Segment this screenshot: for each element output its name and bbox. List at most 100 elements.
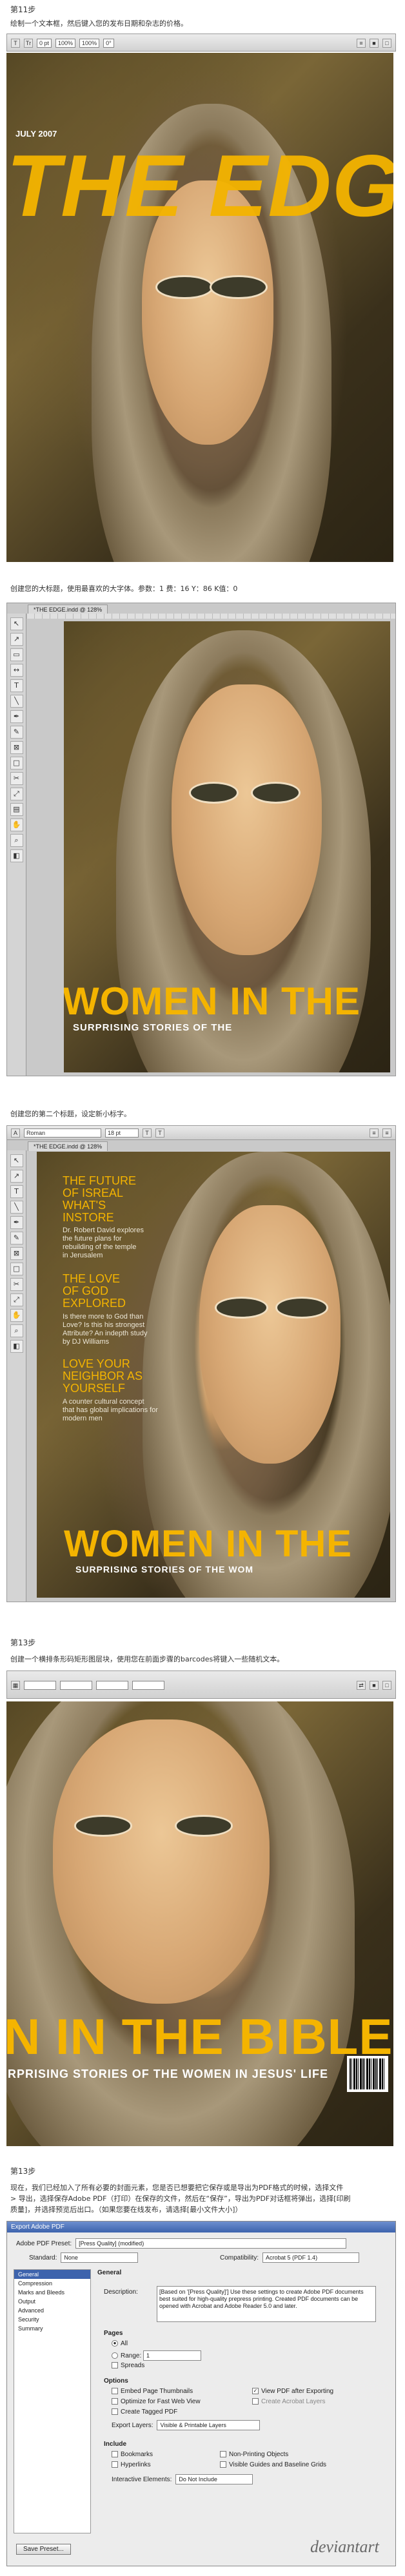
- type-mode-icon[interactable]: A: [11, 1128, 20, 1138]
- zoom-tool-icon[interactable]: ⌕: [10, 1324, 23, 1337]
- category-general[interactable]: General: [14, 2270, 90, 2279]
- pages-range-label: Range:: [121, 2352, 142, 2359]
- export-layers-select[interactable]: Visible & Printable Layers: [157, 2420, 261, 2430]
- non-printing-checkbox[interactable]: Non-Printing Objects: [220, 2451, 288, 2458]
- type-tool-icon[interactable]: T: [10, 679, 23, 692]
- fill-stroke-icon[interactable]: ◧: [10, 849, 23, 862]
- document-tab[interactable]: *THE EDGE.indd @ 128%: [28, 1141, 108, 1151]
- standard-label: Standard:: [29, 2254, 57, 2261]
- optimize-web-label: Optimize for Fast Web View: [121, 2398, 201, 2405]
- page-tool-icon[interactable]: ▭: [10, 648, 23, 661]
- body-1-line-2: the future plans for: [63, 1235, 122, 1243]
- category-advanced[interactable]: Advanced: [14, 2306, 90, 2315]
- main-headline: WOMEN IN THE: [64, 1523, 352, 1565]
- hand-tool-icon[interactable]: ✋: [10, 818, 23, 831]
- main-subheadline: SURPRISING STORIES OF THE WOM: [75, 1564, 254, 1574]
- document-tab[interactable]: *THE EDGE.indd @ 128%: [28, 605, 108, 614]
- rect-tool-icon[interactable]: □: [10, 757, 23, 770]
- visible-guides-checkbox[interactable]: Visible Guides and Baseline Grids: [220, 2461, 326, 2468]
- include-label: Include: [104, 2441, 127, 2448]
- x-field[interactable]: [24, 1681, 56, 1690]
- font-family-field[interactable]: Roman: [24, 1128, 101, 1138]
- line-tool-icon[interactable]: ╲: [10, 1201, 23, 1214]
- align-center-icon[interactable]: ≡: [382, 1128, 391, 1138]
- pen-tool-icon[interactable]: ✒: [10, 710, 23, 723]
- rotate-field[interactable]: [132, 1681, 164, 1690]
- rect-frame-tool-icon[interactable]: ⊠: [10, 741, 23, 754]
- stroke-field[interactable]: 0 pt: [37, 39, 52, 48]
- line-tool-icon[interactable]: ╲: [10, 695, 23, 708]
- tagged-pdf-checkbox[interactable]: Create Tagged PDF: [112, 2408, 177, 2416]
- headline-3-line-3: YOURSELF: [63, 1382, 126, 1395]
- spreads-checkbox[interactable]: Spreads: [112, 2362, 144, 2369]
- view-after-export-checkbox[interactable]: ✓ View PDF after Exporting: [252, 2388, 333, 2395]
- pages-label: Pages: [104, 2330, 123, 2337]
- tracking-icon[interactable]: Tr: [24, 39, 33, 48]
- interactive-elements-select[interactable]: Do Not Include: [175, 2474, 253, 2484]
- pages-all-radio[interactable]: ● All: [112, 2340, 128, 2347]
- pencil-tool-icon[interactable]: ✎: [10, 1232, 23, 1244]
- gradient-tool-icon[interactable]: ▤: [10, 803, 23, 816]
- rect-frame-tool-icon[interactable]: ⊠: [10, 1247, 23, 1260]
- swatch-icon[interactable]: ■: [370, 39, 379, 48]
- control-bar: A Roman 18 pt T T ≡ ≡: [7, 1126, 395, 1140]
- stroke-icon[interactable]: □: [382, 39, 391, 48]
- scissors-tool-icon[interactable]: ✂: [10, 772, 23, 785]
- pages-range-input[interactable]: 1: [143, 2350, 202, 2361]
- category-marks-bleeds[interactable]: Marks and Bleeds: [14, 2288, 90, 2297]
- ruler: [26, 614, 395, 619]
- fill-stroke-icon[interactable]: ◧: [10, 1340, 23, 1353]
- scale-h-field[interactable]: 100%: [55, 39, 76, 48]
- embed-thumbnails-checkbox[interactable]: Embed Page Thumbnails: [112, 2388, 193, 2395]
- description-text[interactable]: [Based on '[Press Quality]'] Use these s…: [157, 2286, 376, 2322]
- selection-tool-icon[interactable]: ↖: [10, 1154, 23, 1167]
- pages-range-radio[interactable]: Range: 1: [112, 2350, 202, 2361]
- standard-select[interactable]: None: [61, 2252, 139, 2263]
- rect-tool-icon[interactable]: □: [10, 1263, 23, 1275]
- gap-tool-icon[interactable]: ↔: [10, 664, 23, 677]
- preset-select[interactable]: [Press Quality] (modified): [75, 2238, 347, 2249]
- compat-select[interactable]: Acrobat 5 (PDF 1.4): [262, 2252, 360, 2263]
- stroke-icon[interactable]: □: [382, 1681, 391, 1690]
- bold-icon[interactable]: T: [143, 1128, 152, 1138]
- category-summary[interactable]: Summary: [14, 2324, 90, 2333]
- transform-tool-icon[interactable]: ⤢: [10, 788, 23, 800]
- tools-panel: ↖ ↗ T ╲ ✒ ✎ ⊠ □ ✂ ⤢ ✋ ⌕ ◧: [7, 1150, 26, 1602]
- direct-selection-tool-icon[interactable]: ↗: [10, 633, 23, 646]
- reference-point-icon[interactable]: ▦: [11, 1681, 20, 1690]
- export-pdf-dialog: Export Adobe PDF Adobe PDF Preset: [Pres…: [6, 2221, 396, 2566]
- hyperlinks-checkbox[interactable]: Hyperlinks: [112, 2461, 151, 2468]
- selection-tool-icon[interactable]: ↖: [10, 617, 23, 630]
- skew-field[interactable]: 0°: [103, 39, 114, 48]
- category-output[interactable]: Output: [14, 2297, 90, 2306]
- w-field[interactable]: [60, 1681, 92, 1690]
- scale-v-field[interactable]: 100%: [79, 39, 100, 48]
- italic-icon[interactable]: T: [155, 1128, 164, 1138]
- font-size-field[interactable]: 18 pt: [105, 1128, 139, 1138]
- body-2-line-1: Is there more to God than: [63, 1313, 144, 1321]
- type-icon[interactable]: T: [11, 39, 20, 48]
- transform-tool-icon[interactable]: ⤢: [10, 1293, 23, 1306]
- align-icon[interactable]: ≡: [357, 39, 366, 48]
- flip-icon[interactable]: ⇄: [357, 1681, 366, 1690]
- align-left-icon[interactable]: ≡: [370, 1128, 379, 1138]
- type-tool-icon[interactable]: T: [10, 1185, 23, 1198]
- pen-tool-icon[interactable]: ✒: [10, 1216, 23, 1229]
- fill-icon[interactable]: ■: [370, 1681, 379, 1690]
- hand-tool-icon[interactable]: ✋: [10, 1309, 23, 1322]
- transform-toolbar: ▦ ⇄ ■ □: [6, 1671, 396, 1699]
- category-security[interactable]: Security: [14, 2315, 90, 2324]
- acrobat-layers-checkbox[interactable]: Create Acrobat Layers: [252, 2398, 326, 2405]
- scale-field[interactable]: [96, 1681, 128, 1690]
- save-preset-button[interactable]: Save Preset...: [16, 2544, 71, 2555]
- scissors-tool-icon[interactable]: ✂: [10, 1278, 23, 1291]
- main-subheadline: SURPRISING STORIES OF THE: [73, 1022, 233, 1033]
- headline-3-line-1: LOVE YOUR: [63, 1357, 130, 1370]
- direct-selection-tool-icon[interactable]: ↗: [10, 1170, 23, 1183]
- pencil-tool-icon[interactable]: ✎: [10, 726, 23, 739]
- bookmarks-checkbox[interactable]: Bookmarks: [112, 2451, 153, 2458]
- category-compression[interactable]: Compression: [14, 2279, 90, 2288]
- zoom-tool-icon[interactable]: ⌕: [10, 834, 23, 847]
- headline-2-line-2: OF GOD: [63, 1284, 108, 1297]
- optimize-web-checkbox[interactable]: Optimize for Fast Web View: [112, 2398, 201, 2405]
